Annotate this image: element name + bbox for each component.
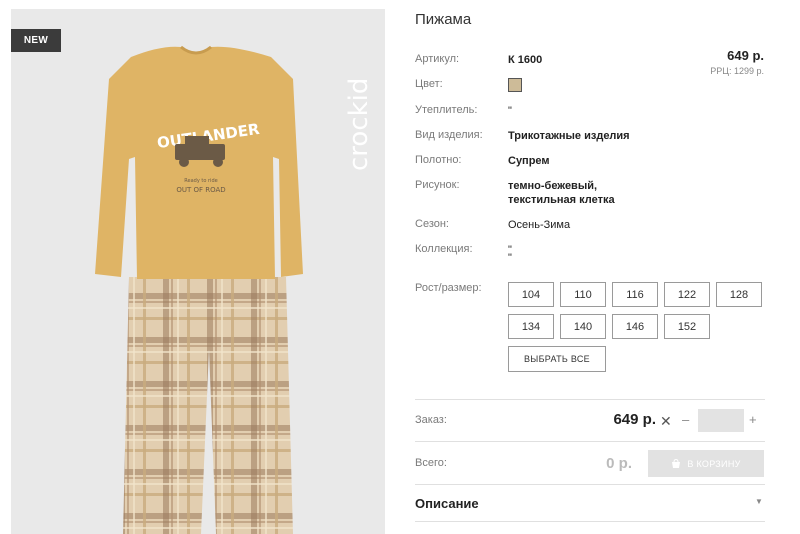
add-to-cart-button[interactable]: В КОРЗИНУ <box>648 450 764 477</box>
color-swatch[interactable] <box>508 78 522 92</box>
product-rrp: РРЦ: 1299 р. <box>710 66 764 76</box>
product-photo[interactable]: OUTLANDER Ready to ride OUT OF ROAD NEW … <box>11 9 385 534</box>
attr-label: Полотно: <box>415 154 462 166</box>
divider <box>415 441 765 442</box>
size-button-152[interactable]: 152 <box>664 314 710 339</box>
product-price: 649 р. <box>727 48 764 63</box>
order-price: 649 р. <box>613 411 656 428</box>
pajama-image: OUTLANDER Ready to ride OUT OF ROAD <box>95 45 303 534</box>
size-button-110[interactable]: 110 <box>560 282 606 307</box>
attr-value: " <box>508 105 512 117</box>
attr-value: темно-бежевый, <box>508 180 598 192</box>
quantity-increase-button[interactable]: + <box>749 412 757 427</box>
size-button-146[interactable]: 146 <box>612 314 658 339</box>
attr-value-line2: текстильная клетка <box>508 194 615 206</box>
attr-label: Рост/размер: <box>415 282 482 294</box>
attr-label: Утеплитель: <box>415 104 478 116</box>
divider <box>415 399 765 400</box>
size-button-122[interactable]: 122 <box>664 282 710 307</box>
attr-label: Вид изделия: <box>415 129 483 141</box>
attr-label: Сезон: <box>415 218 449 230</box>
attr-label: Коллекция: <box>415 243 473 255</box>
select-all-sizes-button[interactable]: ВЫБРАТЬ ВСЕ <box>508 346 606 372</box>
quantity-input[interactable] <box>698 409 744 432</box>
divider <box>415 521 765 522</box>
attr-value: Осень-Зима <box>508 219 571 231</box>
brand-name: crockid <box>344 78 374 171</box>
attr-value: К 1600 <box>508 54 543 66</box>
remove-icon[interactable]: ✕ <box>660 413 672 430</box>
cart-icon <box>672 458 681 468</box>
attr-value: Супрем <box>508 155 550 167</box>
attr-value-line2: " <box>508 252 512 264</box>
size-button-116[interactable]: 116 <box>612 282 658 307</box>
new-badge: NEW <box>11 29 61 52</box>
divider <box>415 484 765 485</box>
size-button-140[interactable]: 140 <box>560 314 606 339</box>
quantity-decrease-button[interactable]: – <box>682 412 689 427</box>
product-title: Пижама <box>415 11 472 28</box>
size-button-104[interactable]: 104 <box>508 282 554 307</box>
attr-value: Трикотажные изделия <box>508 130 630 142</box>
size-button-134[interactable]: 134 <box>508 314 554 339</box>
attr-label: Рисунок: <box>415 179 460 191</box>
attr-label: Артикул: <box>415 53 460 65</box>
total-value: 0 р. <box>606 455 632 472</box>
total-label: Всего: <box>415 457 447 469</box>
attr-label: Цвет: <box>415 78 443 90</box>
description-title[interactable]: Описание <box>415 496 479 511</box>
crockid-logo: crockid <box>344 78 374 171</box>
add-to-cart-label: В КОРЗИНУ <box>687 458 741 469</box>
print-tagline: Ready to ride <box>184 178 217 184</box>
size-button-128[interactable]: 128 <box>716 282 762 307</box>
chevron-down-icon[interactable]: ▼ <box>755 497 763 506</box>
print-footer: OUT OF ROAD <box>176 186 225 194</box>
order-label: Заказ: <box>415 414 447 426</box>
